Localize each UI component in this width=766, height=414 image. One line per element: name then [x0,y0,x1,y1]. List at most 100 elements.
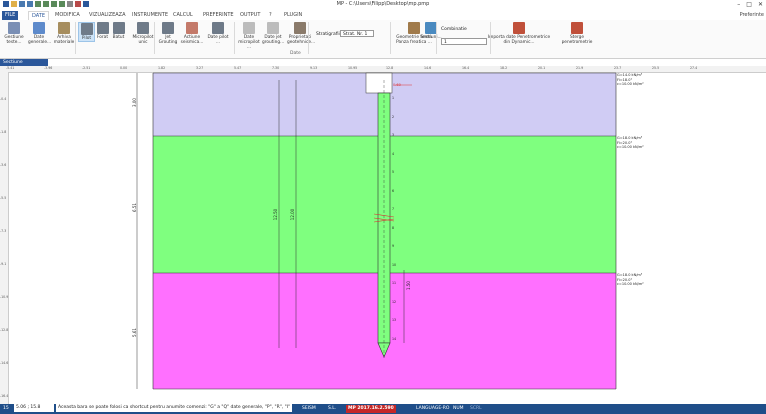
pile-node-label: 5 [392,170,395,174]
window-controls: – □ ✕ [737,1,763,8]
ribbon-button-2[interactable]: Arhiva materiale [52,22,76,45]
top-ruler-tick: 23.7 [614,66,622,70]
tab-instrumente[interactable]: INSTRUMENTE [129,11,171,20]
document-tab[interactable]: Sectiune geotehnica [0,59,48,72]
ribbon-button-10[interactable]: Date micropilot ... [238,22,260,50]
ribbon-button-label-3: Pilot [81,36,92,41]
pile-node-label: 13 [392,318,397,322]
drawing-canvas[interactable] [0,66,766,404]
ribbon-button-15[interactable]: Importa date Penetrometrice din Dynamic.… [485,22,553,45]
ribbon-button-5[interactable]: Batut [111,22,126,40]
ribbon-separator-6 [490,22,491,54]
pile-node-label: 8 [392,225,395,230]
tab-file[interactable]: FILE [2,11,19,20]
tab-help[interactable]: ? [266,11,275,20]
left-ruler-tick: -1.8 [0,130,7,134]
tab-output[interactable]: OUTPUT [237,11,263,20]
ribbon-button-12[interactable]: Proprietati geotehnice... [287,22,316,45]
tab-calcul[interactable]: CALCUL [170,11,196,20]
ribbon-icon-10 [243,22,255,34]
combinatie-select[interactable]: 1 [441,38,487,45]
ribbon-button-0[interactable]: Gestiune teste... [3,22,25,45]
top-ruler-tick: 27.4 [690,66,698,70]
ribbon-icon-0 [8,22,20,34]
status-mp-version: MP 2017.16.2.590 [346,405,396,413]
ribbon-button-label-0: Gestiune teste... [4,35,24,45]
top-ruler-tick: 3.27 [196,66,204,70]
ribbon-button-4[interactable]: Forat [96,22,109,40]
status-num: NUM [453,406,464,411]
ribbon-button-label-2: Arhiva materiale [53,35,75,45]
stratigrafii-select[interactable]: Strat. Nr. 1 [340,30,374,37]
pile-node-label: 4 [392,151,395,156]
minimize-icon[interactable]: – [737,1,740,8]
ribbon-button-7[interactable]: Jet Grouting [158,22,178,45]
layer-3-thickness: 5.61 [131,328,137,337]
layer-1-properties: G=14.0 kN/m³ Fi=18.0° c=10.00 kN/m² [617,73,644,87]
top-ruler-tick: 25.5 [652,66,660,70]
ribbon-button-11[interactable]: Date jet grouting... [262,22,284,45]
tab-plugin[interactable]: PLUGIN [281,11,305,20]
ribbon-button-label-16: Sterge penetrometrie [561,35,593,45]
ribbon-icon-5 [112,22,125,34]
layer-2-weight: G=18.0 kN/m³ [617,136,643,140]
status-coords: 5.06 ; 15.8 [14,404,54,412]
ribbon-icon-16 [571,22,583,34]
window-title: MP - C:\Users\Filipp\Desktop\mp.pmp [336,1,430,7]
tab-preferinte[interactable]: PREFERINTE [200,11,237,20]
left-ruler-tick: -14.6 [0,361,9,365]
ribbon-separator-2 [234,22,235,54]
ribbon-button-16[interactable]: Sterge penetrometrie [561,22,593,45]
top-ruler-tick: 7.30 [272,66,280,70]
ribbon-button-6[interactable]: Micropilot unic [131,22,155,45]
ribbon-button-3[interactable]: Pilot [78,22,95,42]
ribbon-icon-1 [33,22,45,34]
ribbon-button-label-6: Micropilot unic [132,35,154,45]
ribbon-icon-13 [408,22,420,34]
maximize-icon[interactable]: □ [746,1,752,8]
pile-node-label: 7 [392,207,395,211]
top-ruler-tick: 18.2 [500,66,508,70]
ribbon-button-14[interactable]: Sectiuni... [420,22,442,40]
pile-node-label: 12 [392,299,397,304]
ribbon-icon-8 [186,22,198,34]
ribbon-button-label-1: Date generale... [28,35,52,45]
top-ruler-tick: -5.41 [6,66,15,70]
head-dimension: 0.60 [393,83,401,87]
ribbon: Stratigrafii Strat. Nr. 1 Combinatie 1 D… [0,20,766,59]
ribbon-separator-0 [75,22,76,54]
top-ruler-tick: 12.8 [386,66,394,70]
top-ruler-tick: -3.96 [44,66,53,70]
ribbon-separator-3 [308,22,309,54]
ribbon-button-label-15: Importa date Penetrometrice din Dynamic.… [487,35,551,45]
pile-node-label: 1 [392,96,395,100]
top-ruler-tick: 10.95 [348,66,358,70]
preferences-link[interactable]: Preferinte [740,11,764,20]
stratigrafii-label: Stratigrafii [316,32,340,37]
ribbon-icon-9 [212,22,224,34]
ribbon-button-label-9: Date pilot ... [207,35,229,45]
status-bar: 15 5.06 ; 15.8 Aceasta bara se poate fol… [0,404,766,414]
ribbon-button-8[interactable]: Actiune seismica... [180,22,204,45]
top-ruler-tick: 16.4 [462,66,470,70]
pile-node-label: 11 [392,281,397,285]
top-ruler-tick: -2.51 [82,66,91,70]
ribbon-icon-3 [80,23,93,35]
ribbon-button-label-12: Proprietati geotehnice... [287,35,316,45]
left-ruler-tick: -16.4 [0,394,9,398]
left-ruler-tick: -9.1 [0,262,7,266]
close-icon[interactable]: ✕ [758,1,763,8]
layer-3-properties: G=18.0 kN/m³ Fi=20.0° c=10.00 kN/m² [617,273,644,287]
pile-node-label: 10 [392,262,397,267]
left-ruler-tick: -12.8 [0,328,9,332]
ribbon-button-9[interactable]: Date pilot ... [205,22,231,45]
ribbon-button-label-14: Sectiuni... [420,35,442,40]
tab-modifica[interactable]: MODIFICA [52,11,83,20]
pile-length-a: 12.50 [273,208,279,221]
ribbon-button-1[interactable]: Date generale... [28,22,52,45]
layer-2-thickness: 6.51 [131,203,137,212]
tab-vizualizeaza[interactable]: VIZUALIZEAZA [86,11,129,20]
pile-node-label: 3 [392,133,395,137]
pile-node-label: 9 [392,244,395,248]
left-ruler-tick: -10.9 [0,295,9,299]
